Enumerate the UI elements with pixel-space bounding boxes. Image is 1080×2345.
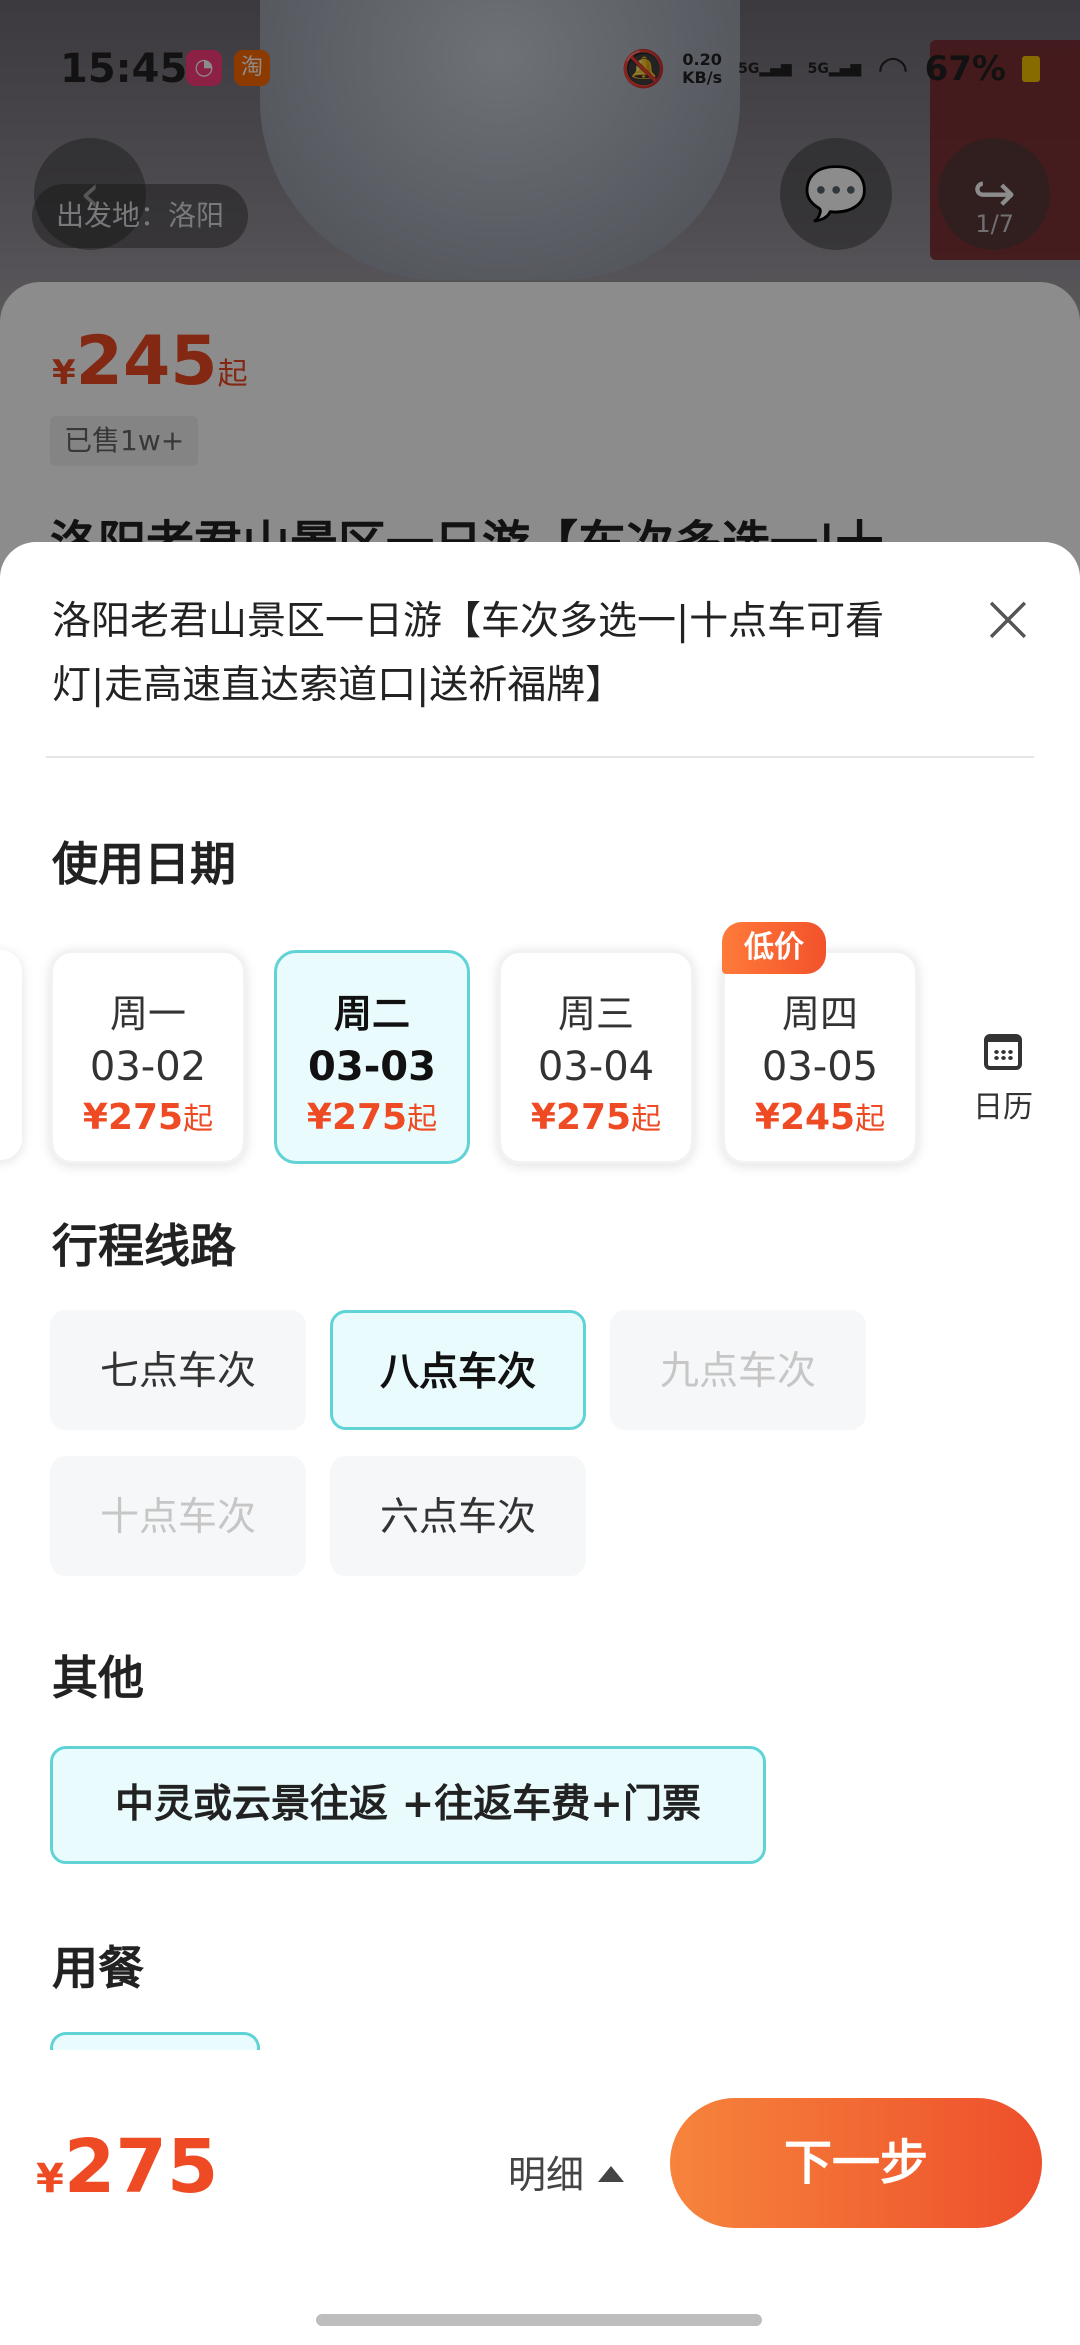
date-option-03-03[interactable]: 周二 03-03 ¥275起 — [274, 950, 470, 1164]
close-icon: × — [978, 577, 1038, 659]
low-price-badge: 低价 — [722, 922, 826, 974]
calendar-icon — [984, 1034, 1022, 1070]
date-price-value: ¥275 — [82, 1097, 184, 1138]
date-price: ¥275起 — [277, 1094, 467, 1138]
total-value: 275 — [63, 2124, 219, 2210]
close-button[interactable]: × — [972, 582, 1044, 654]
route-option-9am: 九点车次 — [610, 1310, 866, 1430]
date-price-suffix: 起 — [183, 1102, 214, 1137]
date-price-value: ¥275 — [530, 1097, 632, 1138]
meal-section-title: 用餐 — [52, 1941, 144, 1995]
checkout-bar: ¥275 明细 下一步 — [0, 2050, 1080, 2345]
date-selector: 周一 03-02 ¥275起 周二 03-03 ¥275起 周三 03-04 ¥… — [0, 922, 1080, 1164]
date-section-title: 使用日期 — [52, 837, 236, 891]
date-weekday: 周二 — [333, 992, 410, 1036]
date-price: ¥275起 — [53, 1094, 243, 1138]
other-section-title: 其他 — [52, 1651, 144, 1705]
date-price-value: ¥245 — [754, 1097, 856, 1138]
date-price-suffix: 起 — [631, 1102, 662, 1137]
total-price: ¥275 — [36, 2124, 218, 2210]
date-option-03-04[interactable]: 周三 03-04 ¥275起 — [498, 950, 694, 1164]
divider — [46, 756, 1034, 758]
calendar-button[interactable]: 日历 — [958, 1034, 1048, 1126]
date-value: 03-02 — [89, 1044, 207, 1090]
date-weekday: 周一 — [109, 992, 186, 1036]
date-price-suffix: 起 — [407, 1102, 438, 1137]
price-detail-button[interactable]: 明细 — [508, 2144, 625, 2199]
price-detail-label: 明细 — [508, 2153, 585, 2197]
route-section-title: 行程线路 — [52, 1219, 236, 1273]
route-option-10am: 十点车次 — [50, 1456, 306, 1576]
date-option-previous-partial[interactable] — [0, 950, 22, 1160]
date-price-suffix: 起 — [855, 1102, 886, 1137]
other-option-round-trip[interactable]: 中灵或云景往返 +往返车费+门票 — [50, 1746, 766, 1864]
date-option-03-02[interactable]: 周一 03-02 ¥275起 — [50, 950, 246, 1164]
date-price-value: ¥275 — [306, 1097, 408, 1138]
next-step-button[interactable]: 下一步 — [670, 2098, 1042, 2228]
route-option-6am[interactable]: 六点车次 — [330, 1456, 586, 1576]
caret-up-icon — [598, 2165, 625, 2182]
date-value: 03-03 — [308, 1044, 436, 1090]
date-weekday: 周四 — [781, 992, 858, 1036]
sheet-product-title: 洛阳老君山景区一日游【车次多选一|十点车可看灯|走高速直达索道口|送祈福牌】 — [52, 599, 885, 708]
home-indicator[interactable] — [316, 2314, 762, 2326]
calendar-label: 日历 — [973, 1090, 1033, 1125]
date-value: 03-04 — [537, 1044, 655, 1090]
route-option-8am[interactable]: 八点车次 — [330, 1310, 586, 1430]
date-price: ¥275起 — [501, 1094, 691, 1138]
route-option-7am[interactable]: 七点车次 — [50, 1310, 306, 1430]
date-price: ¥245起 — [725, 1094, 915, 1138]
date-weekday: 周三 — [557, 992, 634, 1036]
total-currency: ¥ — [36, 2156, 64, 2202]
date-option-03-05[interactable]: 周四 03-05 ¥245起 — [722, 950, 918, 1164]
date-value: 03-05 — [761, 1044, 879, 1090]
